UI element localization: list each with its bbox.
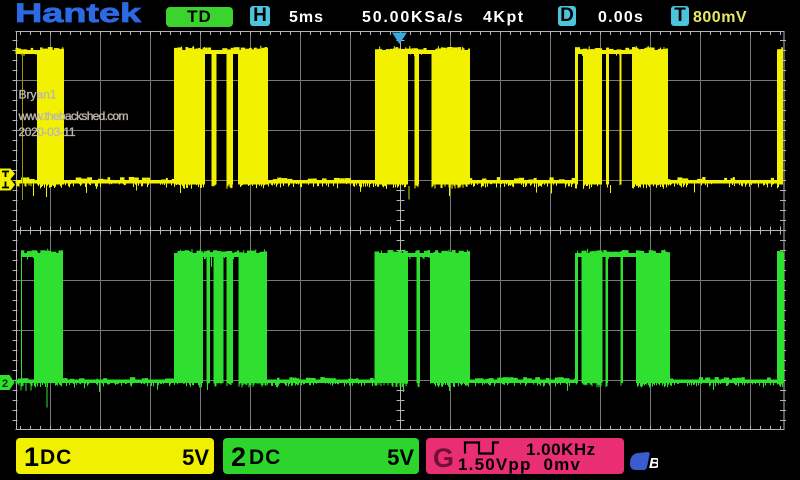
svg-text:www.thebackshed.com: www.thebackshed.com [18, 109, 129, 123]
svg-text:B: B [649, 455, 658, 472]
svg-text:2: 2 [2, 378, 8, 390]
svg-text:Bryan1: Bryan1 [19, 88, 57, 102]
svg-text:2020-03-11: 2020-03-11 [19, 125, 76, 139]
